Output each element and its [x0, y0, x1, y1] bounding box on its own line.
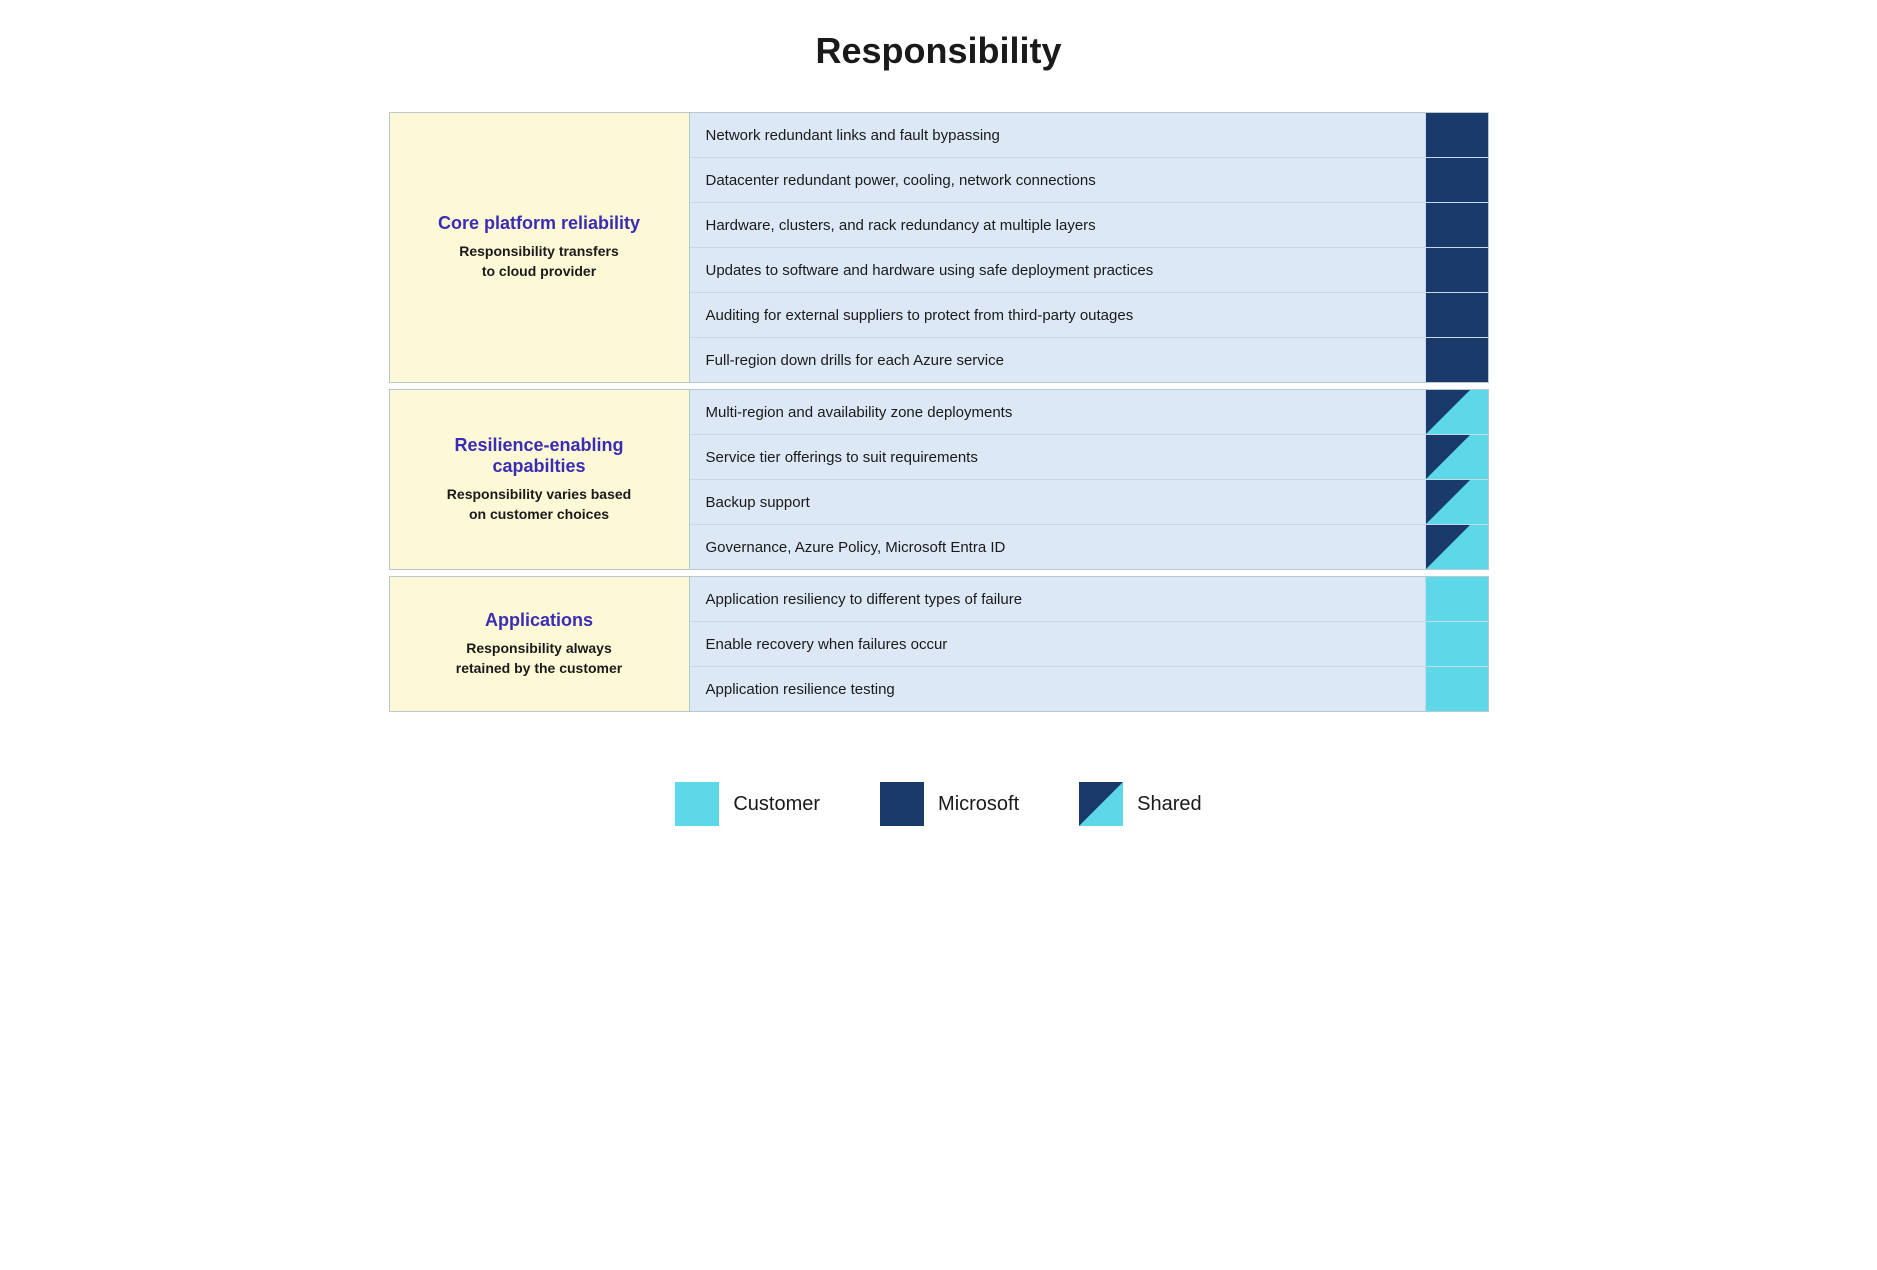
page-container: Responsibility Core platform reliability… — [389, 30, 1489, 846]
row-indicator — [1426, 338, 1488, 382]
row-text: Backup support — [690, 480, 1426, 524]
legend-item-customer: Customer — [675, 782, 820, 826]
section-label-applications: Applications Responsibility always retain… — [390, 577, 690, 711]
row-indicator — [1426, 158, 1488, 202]
table-row: Network redundant links and fault bypass… — [690, 113, 1488, 158]
table-row: Application resiliency to different type… — [690, 577, 1488, 622]
row-text: Auditing for external suppliers to prote… — [690, 293, 1426, 337]
legend-label-microsoft: Microsoft — [938, 793, 1019, 816]
table-row: Auditing for external suppliers to prote… — [690, 293, 1488, 338]
table-row: Service tier offerings to suit requireme… — [690, 435, 1488, 480]
legend-item-microsoft: Microsoft — [880, 782, 1019, 826]
section-subtitle-core-platform: Responsibility transfers to cloud provid… — [459, 242, 619, 281]
legend: Customer Microsoft Shared — [389, 762, 1489, 846]
legend-label-customer: Customer — [733, 793, 820, 816]
legend-box-microsoft — [880, 782, 924, 826]
table-row: Full-region down drills for each Azure s… — [690, 338, 1488, 382]
table-row: Hardware, clusters, and rack redundancy … — [690, 203, 1488, 248]
section-subtitle-resilience-enabling: Responsibility varies based on customer … — [447, 485, 631, 524]
row-indicator — [1426, 622, 1488, 666]
table-row: Enable recovery when failures occur — [690, 622, 1488, 667]
row-text: Datacenter redundant power, cooling, net… — [690, 158, 1426, 202]
section-title-resilience-enabling: Resilience-enabling capabilties — [406, 435, 673, 477]
section-title-core-platform: Core platform reliability — [438, 213, 640, 234]
legend-box-shared — [1079, 782, 1123, 826]
row-indicator — [1426, 113, 1488, 157]
row-text: Multi-region and availability zone deplo… — [690, 390, 1426, 434]
row-text: Full-region down drills for each Azure s… — [690, 338, 1426, 382]
row-text: Enable recovery when failures occur — [690, 622, 1426, 666]
section-rows-resilience-enabling: Multi-region and availability zone deplo… — [690, 390, 1488, 569]
sections-container: Core platform reliability Responsibility … — [389, 112, 1489, 712]
table-row: Governance, Azure Policy, Microsoft Entr… — [690, 525, 1488, 569]
row-indicator — [1426, 435, 1488, 479]
section-applications: Applications Responsibility always retain… — [389, 576, 1489, 712]
row-text: Network redundant links and fault bypass… — [690, 113, 1426, 157]
section-resilience-enabling: Resilience-enabling capabilties Responsib… — [389, 389, 1489, 570]
page-title: Responsibility — [389, 30, 1489, 72]
row-text: Governance, Azure Policy, Microsoft Entr… — [690, 525, 1426, 569]
row-indicator — [1426, 390, 1488, 434]
row-indicator — [1426, 203, 1488, 247]
row-text: Application resiliency to different type… — [690, 577, 1426, 621]
section-core-platform: Core platform reliability Responsibility … — [389, 112, 1489, 383]
section-label-resilience-enabling: Resilience-enabling capabilties Responsib… — [390, 390, 690, 569]
legend-item-shared: Shared — [1079, 782, 1202, 826]
table-row: Application resilience testing — [690, 667, 1488, 711]
section-rows-applications: Application resiliency to different type… — [690, 577, 1488, 711]
table-row: Multi-region and availability zone deplo… — [690, 390, 1488, 435]
row-text: Application resilience testing — [690, 667, 1426, 711]
legend-label-shared: Shared — [1137, 793, 1202, 816]
legend-box-customer — [675, 782, 719, 826]
row-indicator — [1426, 667, 1488, 711]
section-label-core-platform: Core platform reliability Responsibility … — [390, 113, 690, 382]
section-rows-core-platform: Network redundant links and fault bypass… — [690, 113, 1488, 382]
table-row: Updates to software and hardware using s… — [690, 248, 1488, 293]
row-indicator — [1426, 248, 1488, 292]
row-indicator — [1426, 577, 1488, 621]
row-indicator — [1426, 480, 1488, 524]
row-indicator — [1426, 525, 1488, 569]
row-text: Updates to software and hardware using s… — [690, 248, 1426, 292]
table-row: Datacenter redundant power, cooling, net… — [690, 158, 1488, 203]
section-title-applications: Applications — [485, 610, 593, 631]
section-subtitle-applications: Responsibility always retained by the cu… — [456, 639, 623, 678]
row-text: Hardware, clusters, and rack redundancy … — [690, 203, 1426, 247]
table-row: Backup support — [690, 480, 1488, 525]
row-text: Service tier offerings to suit requireme… — [690, 435, 1426, 479]
row-indicator — [1426, 293, 1488, 337]
